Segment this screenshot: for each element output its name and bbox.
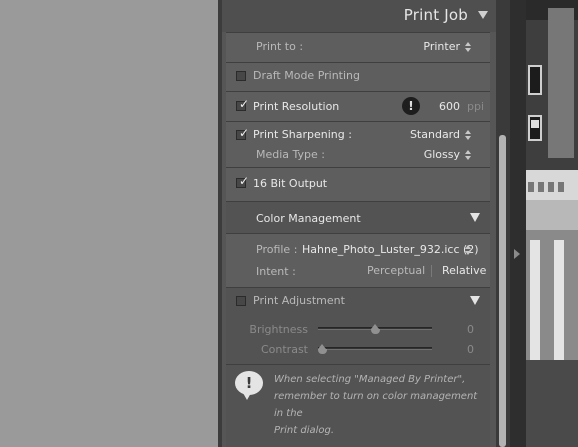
dropdown-arrows-icon[interactable] [465,42,471,52]
contrast-label: Contrast [260,343,308,356]
intent-relative[interactable]: Relative [442,264,486,277]
contrast-value: 0 [467,343,474,356]
media-type-label: Media Type : [256,148,326,161]
checkmark-icon: ✓ [239,126,250,140]
draft-mode-checkbox[interactable] [236,71,246,81]
brightness-value: 0 [467,323,474,336]
bit-output-row: ✓ 16 Bit Output [226,167,490,201]
print-adjustment-content: Brightness 0 Contrast 0 [226,313,490,364]
note-line-3: Print dialog. [274,425,335,436]
brightness-label: Brightness [249,323,308,336]
disclosure-triangle-icon[interactable] [470,213,480,222]
info-bubble-tail [243,393,251,400]
note-line-1: When selecting "Managed By Printer", [274,374,466,385]
draft-mode-label: Draft Mode Printing [253,69,361,82]
print-resolution-value[interactable]: 600 [439,100,460,113]
panel-header[interactable]: Print Job [222,0,496,32]
print-job-panel: Print Job Print to : Printer Draft Mode … [222,0,496,447]
disclosure-triangle-icon[interactable] [470,296,480,305]
contrast-slider-track[interactable] [318,347,432,350]
print-sharpening-label: Print Sharpening : [253,128,352,141]
print-adjustment-label: Print Adjustment [253,294,345,307]
collapse-triangle-icon[interactable] [478,11,488,19]
collapse-arrow-icon[interactable] [514,249,520,259]
warning-icon: ! [402,97,420,115]
print-resolution-unit: ppi [467,100,485,113]
intent-separator [431,265,432,277]
print-sharpening-checkbox[interactable]: ✓ [236,126,250,140]
bit-output-checkbox[interactable]: ✓ [236,174,250,188]
color-management-title: Color Management [256,212,361,225]
panel-title: Print Job [403,6,468,24]
contrast-slider-thumb[interactable] [318,344,327,354]
intent-perceptual[interactable]: Perceptual [367,264,425,277]
bit-output-label: 16 Bit Output [253,177,328,190]
color-management-header[interactable]: Color Management [226,201,490,233]
note-text: When selecting "Managed By Printer", rem… [274,371,486,439]
info-bubble-icon: ! [235,371,263,395]
right-panel-collapse-strip[interactable] [510,0,526,447]
profile-label: Profile : [256,243,298,256]
print-adjustment-header: Print Adjustment [226,287,490,313]
intent-label: Intent : [256,265,296,278]
print-to-select[interactable]: Printer [423,40,460,53]
print-to-row: Print to : Printer [226,32,490,62]
dropdown-arrows-icon[interactable] [465,150,471,160]
print-adjustment-checkbox[interactable] [236,296,246,306]
print-to-label: Print to : [256,40,304,53]
media-type-select[interactable]: Glossy [424,148,460,161]
print-resolution-label: Print Resolution [253,100,340,113]
print-canvas-area [0,0,218,447]
panel-scrollbar-thumb[interactable] [499,135,506,447]
draft-mode-row: Draft Mode Printing [226,62,490,91]
checkmark-icon: ✓ [239,174,250,188]
note-line-2: remember to turn on color management in … [274,391,478,419]
print-resolution-checkbox[interactable]: ✓ [236,97,250,111]
dropdown-arrows-icon[interactable] [465,130,471,140]
checkmark-icon: ✓ [239,97,250,111]
print-sharpening-row: ✓ Print Sharpening : Standard Media Type… [226,121,490,167]
dropdown-arrows-icon[interactable] [465,245,471,255]
brightness-slider-thumb[interactable] [370,324,380,334]
preview-photo [526,0,578,447]
color-management-content: Profile : Hahne_Photo_Luster_932.icc (2)… [226,233,490,287]
info-note: ! When selecting "Managed By Printer", r… [226,364,490,447]
print-resolution-row: ✓ Print Resolution ! 600 ppi [226,91,490,121]
profile-select[interactable]: Hahne_Photo_Luster_932.icc (2) [302,243,479,256]
print-sharpening-select[interactable]: Standard [410,128,460,141]
